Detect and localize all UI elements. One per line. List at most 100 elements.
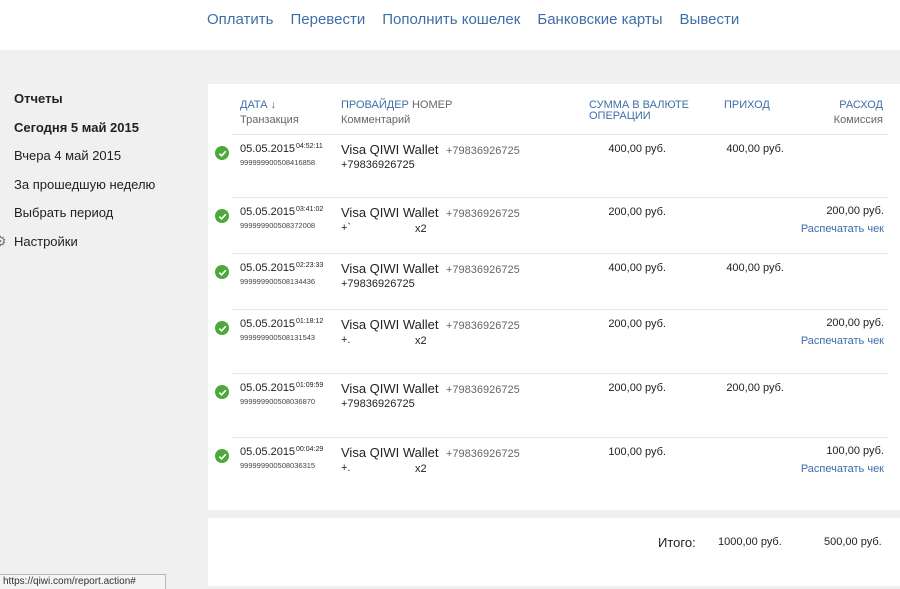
print-receipt-link[interactable]: Распечатать чек (801, 223, 884, 235)
header-provider: ПРОВАЙДЕР НОМЕР Комментарий (341, 100, 452, 126)
nav-topup-link[interactable]: Пополнить кошелек (382, 11, 520, 28)
row-comment: +79836926725 (341, 159, 415, 171)
header-amount: СУММА В ВАЛЮТЕ ОПЕРАЦИИ (589, 100, 689, 122)
row-provider: Visa QIWI Wallet (341, 261, 439, 276)
row-provider: Visa QIWI Wallet (341, 381, 439, 396)
row-amount: 100,00 руб. (608, 446, 666, 458)
row-quantity: x2 (415, 335, 427, 347)
row-number: +79836926725 (446, 384, 520, 396)
sidebar-item-today[interactable]: Сегодня 5 май 2015 (14, 119, 155, 148)
check-circle-icon (215, 449, 229, 463)
row-transaction-id: 999999900508036870 (240, 397, 316, 406)
row-comment: +79836926725 (341, 278, 415, 290)
header-transaction: Транзакция (240, 114, 299, 126)
table-row[interactable]: 05.05.2015 02:23:33 999999900508134436 V… (215, 253, 888, 317)
row-number: +79836926725 (446, 208, 520, 220)
row-time: 03:41:02 (296, 206, 324, 213)
row-income: 200,00 руб. (726, 382, 784, 394)
row-number: +79836926725 (446, 320, 520, 332)
row-date: 05.05.2015 (240, 143, 296, 155)
header-number-label: НОМЕР (411, 99, 453, 111)
header-comment: Комментарий (341, 114, 411, 126)
header-amount-line2: ОПЕРАЦИИ (589, 110, 651, 122)
sidebar-item-settings[interactable]: ⚙ Настройки (0, 233, 155, 262)
row-expense: 200,00 руб. (826, 205, 884, 217)
row-comment: +` (341, 222, 352, 234)
header-commission: Комиссия (833, 114, 883, 126)
row-date: 05.05.2015 (240, 318, 296, 330)
check-circle-icon (215, 385, 229, 399)
nav-transfer-link[interactable]: Перевести (291, 11, 366, 28)
check-circle-icon (215, 209, 229, 223)
row-amount: 400,00 руб. (608, 143, 666, 155)
row-quantity: x2 (415, 223, 427, 235)
row-provider: Visa QIWI Wallet (341, 142, 439, 157)
nav-pay-link[interactable]: Оплатить (207, 11, 274, 28)
sidebar-item-yesterday[interactable]: Вчера 4 май 2015 (14, 147, 155, 176)
total-label: Итого: (658, 535, 696, 550)
table-row[interactable]: 05.05.2015 03:41:02 999999900508372008 V… (215, 197, 888, 261)
check-circle-icon (215, 321, 229, 335)
row-expense: 200,00 руб. (826, 317, 884, 329)
check-circle-icon (215, 265, 229, 279)
row-amount: 200,00 руб. (608, 382, 666, 394)
row-transaction-id: 999999900508372008 (240, 221, 316, 230)
row-amount: 400,00 руб. (608, 262, 666, 274)
row-amount: 200,00 руб. (608, 206, 666, 218)
header-income: ПРИХОД (724, 100, 770, 111)
row-date: 05.05.2015 (240, 262, 296, 274)
print-receipt-link[interactable]: Распечатать чек (801, 335, 884, 347)
header-income-label: ПРИХОД (724, 99, 770, 111)
table-row[interactable]: 05.05.2015 00:04:29 999999900508036315 V… (215, 437, 888, 501)
row-provider: Visa QIWI Wallet (341, 445, 439, 460)
total-expense: 500,00 руб. (824, 536, 882, 548)
row-date: 05.05.2015 (240, 206, 296, 218)
total-income: 1000,00 руб. (718, 536, 782, 548)
row-expense: 100,00 руб. (826, 445, 884, 457)
sort-by-date-link[interactable]: ДАТА ↓ (240, 100, 299, 111)
row-date: 05.05.2015 (240, 446, 296, 458)
row-transaction-id: 999999900508416858 (240, 158, 316, 167)
table-row[interactable]: 05.05.2015 04:52:11 999999900508416858 V… (215, 134, 888, 198)
totals-footer (208, 518, 900, 586)
table-row[interactable]: 05.05.2015 01:09:59 999999900508036870 V… (215, 373, 888, 437)
sidebar-item-last-week[interactable]: За прошедшую неделю (14, 176, 155, 205)
sidebar-item-select-period[interactable]: Выбрать период (14, 204, 155, 233)
row-amount: 200,00 руб. (608, 318, 666, 330)
sidebar-reports-title: Отчеты (14, 91, 63, 106)
row-comment: +79836926725 (341, 398, 415, 410)
row-provider: Visa QIWI Wallet (341, 205, 439, 220)
check-circle-icon (215, 146, 229, 160)
header-date: ДАТА ↓ Транзакция (240, 100, 299, 126)
row-time: 02:23:33 (296, 262, 324, 269)
row-comment: +. (341, 462, 351, 474)
header-expense: РАСХОД Комиссия (834, 100, 883, 126)
nav-bank-cards-link[interactable]: Банковские карты (537, 11, 662, 28)
row-transaction-id: 999999900508036315 (240, 461, 316, 470)
top-bar: Оплатить Перевести Пополнить кошелек Бан… (0, 0, 900, 50)
row-income: 400,00 руб. (726, 143, 784, 155)
row-number: +79836926725 (446, 448, 520, 460)
reports-sidebar: Отчеты Сегодня 5 май 2015 Вчера 4 май 20… (0, 90, 155, 262)
row-quantity: x2 (415, 463, 427, 475)
row-income: 400,00 руб. (726, 262, 784, 274)
gear-icon: ⚙ (0, 232, 7, 249)
row-time: 00:04:29 (296, 446, 324, 453)
row-number: +79836926725 (446, 264, 520, 276)
row-provider: Visa QIWI Wallet (341, 317, 439, 332)
row-transaction-id: 999999900508131543 (240, 333, 316, 342)
nav-withdraw-link[interactable]: Вывести (680, 11, 740, 28)
row-transaction-id: 999999900508134436 (240, 277, 316, 286)
table-row[interactable]: 05.05.2015 01:18:12 999999900508131543 V… (215, 309, 888, 373)
row-comment: +. (341, 334, 351, 346)
row-time: 04:52:11 (296, 143, 323, 150)
sidebar-settings-label: Настройки (14, 233, 78, 249)
header-expense-label: РАСХОД (839, 99, 883, 111)
print-receipt-link[interactable]: Распечатать чек (801, 463, 884, 475)
row-date: 05.05.2015 (240, 382, 296, 394)
row-time: 01:18:12 (296, 318, 324, 325)
header-provider-label: ПРОВАЙДЕР (341, 99, 409, 111)
row-number: +79836926725 (446, 145, 520, 157)
browser-status-bar: https://qiwi.com/report.action# (0, 574, 166, 589)
row-time: 01:09:59 (296, 382, 324, 389)
